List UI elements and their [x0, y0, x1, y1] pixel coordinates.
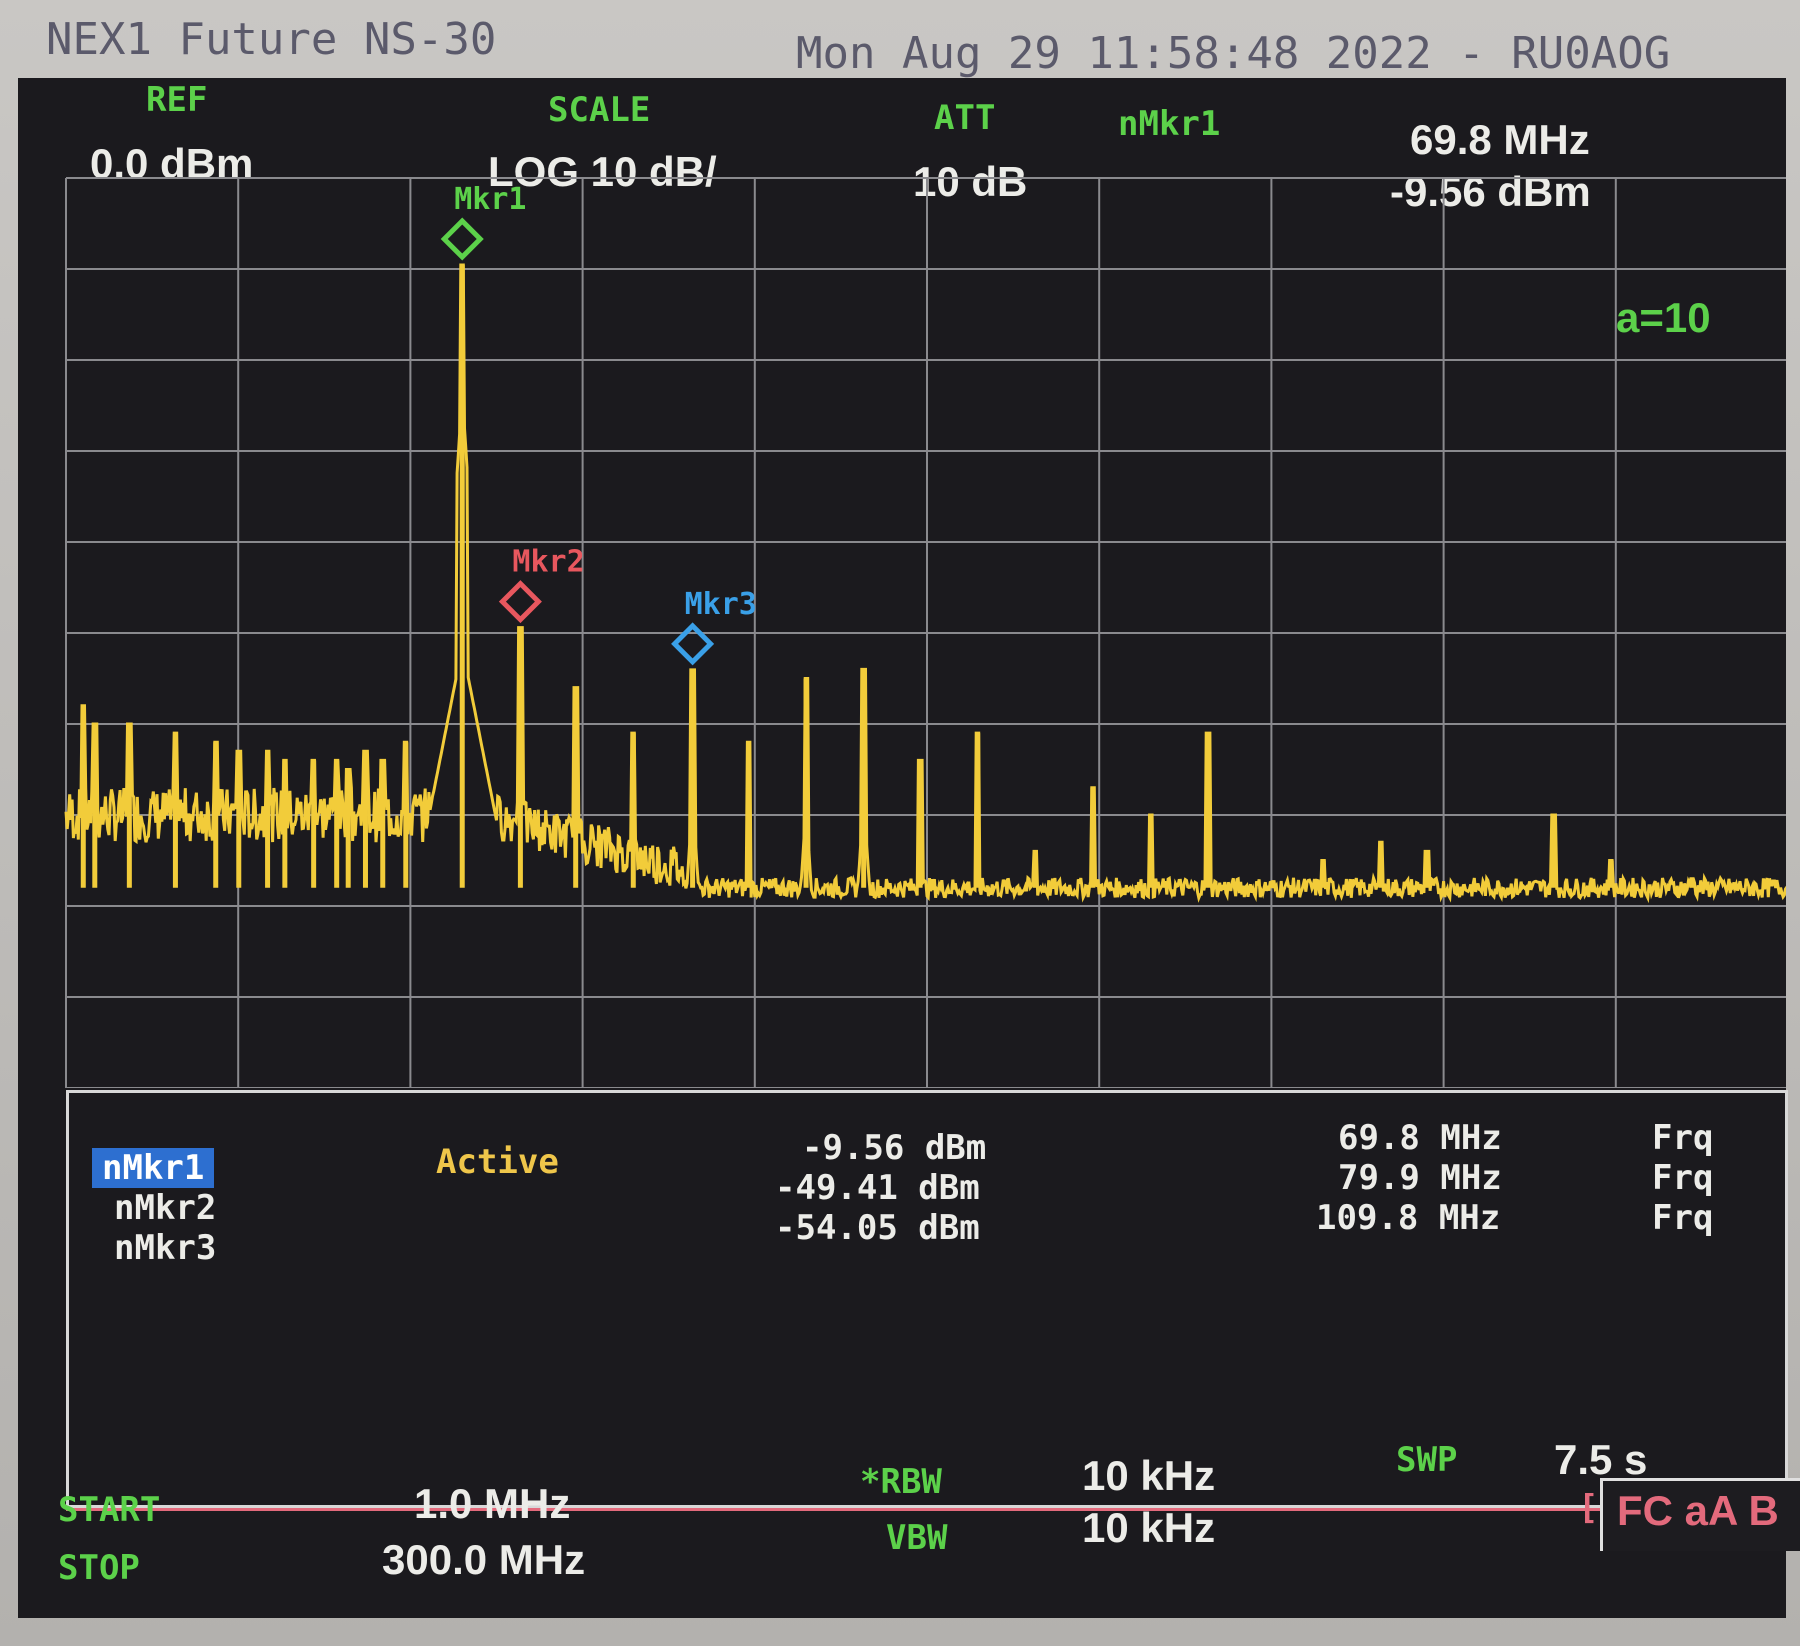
marker-row-2-freq: 79.9 MHz: [1338, 1158, 1502, 1198]
start-value[interactable]: 1.0 MHz: [414, 1480, 570, 1528]
rbw-value[interactable]: 10 kHz: [1082, 1452, 1215, 1500]
marker-row-2-mode: Frq: [1652, 1158, 1714, 1198]
marker-label-2: Mkr2: [512, 545, 584, 580]
marker-row-2-level: -49.41 dBm: [775, 1168, 980, 1208]
marker-row-3-level: -54.05 dBm: [775, 1208, 980, 1248]
marker-row-3-mode: Frq: [1652, 1198, 1714, 1238]
marker-row-1-level: -9.56 dBm: [802, 1128, 987, 1168]
bottom-status-line: [66, 1508, 1676, 1511]
rbw-label: *RBW: [860, 1462, 942, 1502]
sweep-value[interactable]: 7.5 s: [1554, 1436, 1647, 1484]
marker-row-3-freq: 109.8 MHz: [1316, 1198, 1501, 1238]
sweep-label: SWP: [1396, 1440, 1458, 1480]
status-box-text: FC aA B: [1617, 1487, 1779, 1534]
marker-status: Active: [436, 1142, 559, 1182]
marker-row-2-name[interactable]: nMkr2: [114, 1188, 216, 1228]
stop-value[interactable]: 300.0 MHz: [382, 1536, 585, 1584]
marker-diamond-3: [671, 622, 715, 666]
marker-diamond-2: [498, 580, 542, 624]
marker-label-3: Mkr3: [685, 587, 757, 622]
marker-diamond-1: [440, 217, 484, 261]
title-bar: NEX1 Future NS-30 Mon Aug 29 11:58:48 20…: [0, 0, 1800, 86]
start-label: START: [58, 1490, 161, 1530]
vbw-label: VBW: [886, 1518, 948, 1558]
marker-row-3-name[interactable]: nMkr3: [114, 1228, 216, 1268]
vbw-value[interactable]: 10 kHz: [1082, 1504, 1215, 1552]
device-title: NEX1 Future NS-30: [46, 14, 497, 65]
datetime-label: Mon Aug 29 11:58:48 2022 - RU0AOG: [796, 28, 1671, 79]
stop-label: STOP: [58, 1548, 140, 1588]
marker-group: Mkr1 Mkr2 Mkr3: [440, 182, 757, 666]
marker-row-1-mode: Frq: [1652, 1118, 1714, 1158]
marker-row-1-freq: 69.8 MHz: [1338, 1118, 1502, 1158]
marker-label-1: Mkr1: [454, 182, 526, 217]
status-box: FC aA B: [1600, 1478, 1800, 1551]
monitor-bezel: NEX1 Future NS-30 Mon Aug 29 11:58:48 20…: [0, 0, 1800, 1646]
plot-grid: [65, 177, 1786, 1088]
spectrum-plot[interactable]: Mkr1 Mkr2 Mkr3: [18, 78, 1786, 1088]
analyzer-screen: REF 0.0 dBm SCALE LOG 10 dB/ ATT 10 dB n…: [18, 78, 1788, 1618]
marker-row-1-name[interactable]: nMkr1: [92, 1148, 215, 1188]
